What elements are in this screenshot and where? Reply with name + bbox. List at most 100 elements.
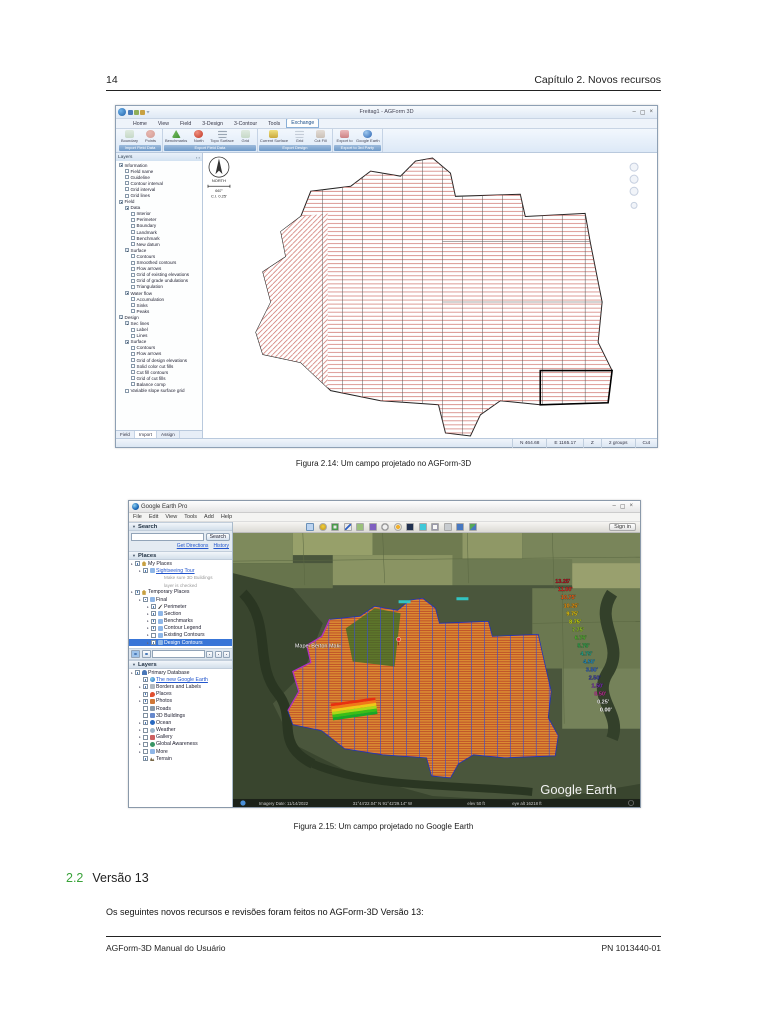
ribbon-tab[interactable]: 3-Design [197, 119, 228, 128]
places-tree-item[interactable]: Make sure 3D Buildings [129, 574, 232, 581]
ruler-icon[interactable] [418, 523, 427, 531]
checkbox-icon[interactable] [143, 749, 148, 755]
layers-tree-item[interactable]: Global Awareness [129, 741, 232, 748]
checkbox-icon[interactable] [151, 640, 156, 646]
checkbox-icon[interactable] [143, 597, 148, 603]
layers-tree-item[interactable]: Weather [129, 727, 232, 734]
checkbox-icon[interactable] [143, 713, 148, 719]
checkbox-icon[interactable] [131, 303, 135, 308]
polygon-icon[interactable] [331, 523, 339, 531]
ribbon-button[interactable]: Current Surface [260, 130, 288, 143]
checkbox-icon[interactable] [131, 376, 135, 381]
ribbon-button[interactable]: Points [141, 130, 160, 143]
ribbon-tab[interactable]: Exchange [286, 118, 320, 128]
checkbox-icon[interactable] [125, 205, 129, 210]
checkbox-icon[interactable] [119, 163, 123, 168]
checkbox-icon[interactable] [131, 333, 135, 338]
checkbox-icon[interactable] [143, 741, 148, 747]
star-icon[interactable] [141, 650, 151, 658]
checkbox-icon[interactable] [119, 315, 123, 320]
checkbox-icon[interactable] [143, 756, 148, 762]
checkbox-icon[interactable] [125, 291, 129, 296]
checkbox-icon[interactable] [131, 230, 135, 235]
menu-item[interactable]: View [165, 514, 177, 520]
ribbon-button[interactable]: Cut Fill [311, 130, 330, 143]
layers-tree-item[interactable]: More [129, 748, 232, 755]
checkbox-icon[interactable] [143, 706, 148, 712]
checkbox-icon[interactable] [131, 358, 135, 363]
history-icon[interactable] [381, 523, 389, 531]
layers-tree-item[interactable]: Roads [129, 705, 232, 712]
ribbon-button[interactable]: Grid [290, 130, 309, 143]
checkbox-icon[interactable] [125, 193, 129, 198]
places-tree-item[interactable]: Benchmarks [129, 618, 232, 625]
search-panel-header[interactable]: ▼ Search [129, 522, 232, 531]
checkbox-icon[interactable] [151, 618, 156, 624]
checkbox-icon[interactable] [131, 260, 135, 265]
sign-in-button[interactable]: Sign in [609, 523, 636, 531]
checkbox-icon[interactable] [125, 388, 129, 393]
checkbox-icon[interactable] [131, 254, 135, 259]
folder-icon[interactable] [223, 650, 230, 658]
places-filter-input[interactable] [152, 650, 205, 658]
places-tree-item[interactable]: Section [129, 610, 232, 617]
checkbox-icon[interactable] [131, 278, 135, 283]
maximize-button[interactable]: ▢ [640, 109, 646, 116]
ribbon-button[interactable]: Benchmarks [165, 130, 187, 143]
checkbox-icon[interactable] [125, 187, 129, 192]
menu-item[interactable]: Help [221, 514, 232, 520]
menu-item[interactable]: Tools [184, 514, 197, 520]
panel-tab[interactable]: Field [116, 431, 135, 438]
search-places-icon[interactable] [131, 650, 140, 658]
menu-item[interactable]: Edit [149, 514, 158, 520]
maps-icon[interactable] [468, 523, 477, 531]
path-icon[interactable] [343, 523, 352, 531]
layers-tree-item[interactable]: Terrain [129, 755, 232, 762]
checkbox-icon[interactable] [143, 698, 148, 704]
menu-item[interactable]: File [133, 514, 142, 520]
checkbox-icon[interactable] [135, 561, 140, 567]
remove-icon[interactable] [214, 650, 222, 658]
checkbox-icon[interactable] [151, 611, 156, 617]
checkbox-icon[interactable] [131, 297, 135, 302]
checkbox-icon[interactable] [125, 339, 129, 344]
menu-item[interactable]: Add [204, 514, 214, 520]
checkbox-icon[interactable] [131, 351, 135, 356]
layers-panel-header[interactable]: ▼ Layers [129, 660, 232, 669]
checkbox-icon[interactable] [131, 327, 135, 332]
save-icon[interactable] [456, 523, 464, 531]
sun-icon[interactable] [393, 523, 402, 531]
checkbox-icon[interactable] [143, 677, 148, 683]
ribbon-button[interactable]: Grid [236, 130, 255, 143]
layers-tree-item[interactable]: Borders and Labels [129, 683, 232, 690]
ribbon-tab[interactable]: 3-Contour [229, 119, 262, 128]
layers-tree-item[interactable]: The new Google Earth [129, 676, 232, 683]
print-icon[interactable] [443, 523, 452, 531]
ribbon-button[interactable]: Boundary [120, 130, 139, 143]
places-tree-item[interactable]: Sightseeing Tour [129, 567, 232, 574]
history-link[interactable]: History [213, 543, 229, 549]
checkbox-icon[interactable] [131, 382, 135, 387]
layers-tree-item[interactable]: Primary Database [129, 669, 232, 676]
minimize-button[interactable]: – [612, 503, 615, 510]
checkbox-icon[interactable] [143, 684, 148, 690]
checkbox-icon[interactable] [143, 720, 148, 726]
planets-icon[interactable] [406, 523, 414, 531]
map-view[interactable]: 13.25' 11.00' 10.75' 10.25' 9.75' 8.75' … [233, 533, 640, 807]
places-tree-item[interactable]: Final [129, 596, 232, 603]
checkbox-icon[interactable] [125, 175, 129, 180]
checkbox-icon[interactable] [131, 370, 135, 375]
places-tree-item[interactable]: Design Contours [129, 639, 232, 647]
ribbon-tab[interactable]: Tools [263, 119, 285, 128]
email-icon[interactable] [431, 523, 439, 531]
checkbox-icon[interactable] [143, 727, 148, 733]
layers-tree-item[interactable]: Ocean [129, 719, 232, 726]
tour-icon[interactable] [368, 523, 377, 531]
panel-tab[interactable]: Assign [157, 431, 180, 438]
layer-tree-item[interactable]: Variable slope surface grid [116, 387, 202, 393]
checkbox-icon[interactable] [143, 734, 148, 740]
places-tree-item[interactable]: layer is checked [129, 582, 232, 589]
places-tree-item[interactable]: Existing Contours [129, 632, 232, 639]
places-tree-item[interactable]: Contour Legend [129, 625, 232, 632]
sidebar-toggle-icon[interactable] [306, 523, 314, 531]
